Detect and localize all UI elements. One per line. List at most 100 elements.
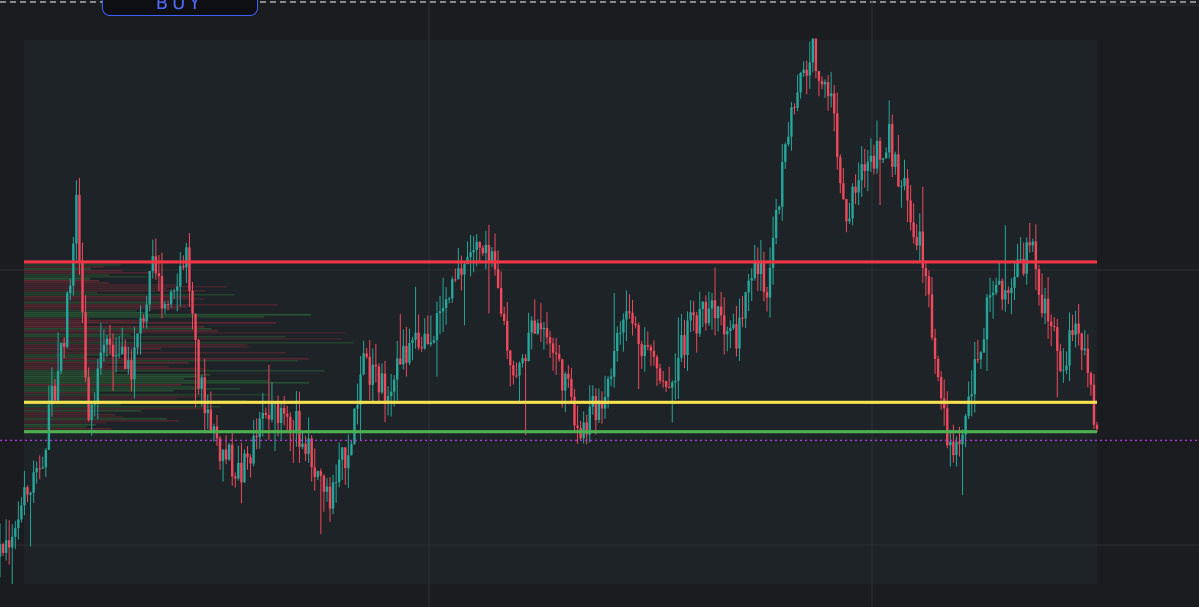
candle-body xyxy=(289,416,292,430)
candle-body xyxy=(11,536,14,548)
candle-body xyxy=(44,449,48,468)
candle-body xyxy=(1019,258,1022,260)
candle-body xyxy=(973,359,976,395)
candle-body xyxy=(72,243,75,286)
chart: BUY xyxy=(0,0,1199,607)
candle-body xyxy=(163,304,167,309)
volume-profile-bar xyxy=(24,325,205,328)
buy-button[interactable]: BUY xyxy=(102,0,258,16)
candle-body xyxy=(768,267,772,298)
volume-profile-bar xyxy=(24,407,204,410)
candle-body xyxy=(732,324,735,329)
candle-body xyxy=(747,280,750,293)
candle-body xyxy=(695,315,698,334)
candle-body xyxy=(1010,287,1013,294)
candle-body xyxy=(619,332,622,334)
volume-profile-bar xyxy=(24,425,87,428)
candle-body xyxy=(490,251,494,262)
candle-body xyxy=(616,333,619,351)
candle-body xyxy=(176,286,179,291)
candle-body xyxy=(530,320,533,333)
volume-profile-bar xyxy=(24,335,286,338)
candle-body xyxy=(417,332,420,348)
chart-canvas xyxy=(0,0,1199,607)
volume-profile-bar xyxy=(24,317,90,320)
candle-body xyxy=(66,293,69,347)
volume-profile-bar xyxy=(24,283,178,286)
volume-profile-bar xyxy=(24,355,87,358)
volume-profile-bar xyxy=(24,367,204,370)
candle-body xyxy=(811,38,815,63)
candle-body xyxy=(668,387,671,389)
candle-body xyxy=(979,352,983,360)
candle-body xyxy=(1043,298,1047,314)
candle-body xyxy=(87,377,90,421)
candle-body xyxy=(625,311,628,320)
candle-body xyxy=(1092,384,1096,425)
candle-body xyxy=(1068,330,1071,366)
candle-body xyxy=(472,250,475,253)
candle-body xyxy=(1031,241,1035,246)
volume-profile-bar xyxy=(24,379,269,382)
candle-body xyxy=(231,444,234,477)
volume-profile-bar xyxy=(24,301,165,304)
candle-body xyxy=(99,352,103,369)
candle-body xyxy=(460,268,463,275)
candle-body xyxy=(121,346,124,355)
candle-body xyxy=(142,318,145,322)
candle-body xyxy=(671,382,674,388)
candle-body xyxy=(872,155,876,169)
candle-body xyxy=(857,180,860,193)
volume-profile-bar xyxy=(24,383,182,386)
candle-body xyxy=(328,486,332,509)
candle-body xyxy=(939,377,943,399)
candle-body xyxy=(114,355,118,357)
volume-profile-bar xyxy=(24,415,124,418)
candle-body xyxy=(1086,348,1090,373)
candle-body xyxy=(371,364,374,385)
candle-body xyxy=(1095,424,1099,429)
candle-body xyxy=(304,443,307,454)
volume-profile-bar xyxy=(24,393,272,396)
candle-body xyxy=(833,93,836,114)
candle-body xyxy=(197,340,200,389)
candle-body xyxy=(420,347,423,349)
volume-profile-bar xyxy=(24,275,148,278)
volume-profile-bar xyxy=(24,333,131,336)
volume-profile-bar xyxy=(24,361,189,364)
candle-body xyxy=(686,320,689,356)
candle-body xyxy=(869,155,873,162)
candle-body xyxy=(310,438,313,468)
candle-body xyxy=(69,285,72,294)
candle-body xyxy=(20,505,23,520)
volume-profile-bar xyxy=(24,321,276,324)
candle-body xyxy=(982,339,986,353)
candle-body xyxy=(41,467,44,469)
volume-profile-bar xyxy=(24,307,182,310)
candle-body xyxy=(182,265,185,268)
candle-body xyxy=(689,312,692,321)
candle-body xyxy=(469,252,472,258)
candle-body xyxy=(628,311,631,313)
candle-body xyxy=(521,358,524,364)
candle-body xyxy=(1056,327,1059,351)
candle-body xyxy=(298,411,301,448)
buy-button-label: BUY xyxy=(155,0,205,14)
candle-body xyxy=(56,371,60,401)
candle-body xyxy=(356,404,359,409)
candle-body xyxy=(930,294,934,338)
candle-body xyxy=(554,352,558,354)
candle-body xyxy=(221,449,225,462)
candle-body xyxy=(75,194,78,244)
volume-profile-bar xyxy=(24,293,235,296)
candle-body xyxy=(1,544,5,553)
candle-body xyxy=(377,366,381,393)
candle-body xyxy=(359,374,362,405)
candle-body xyxy=(200,377,203,389)
candle-body xyxy=(172,290,176,292)
volume-profile-bar xyxy=(24,413,116,416)
volume-profile-bar xyxy=(24,327,212,330)
volume-profile-bar xyxy=(24,271,150,274)
candle-body xyxy=(814,38,818,72)
candle-body xyxy=(102,344,106,353)
